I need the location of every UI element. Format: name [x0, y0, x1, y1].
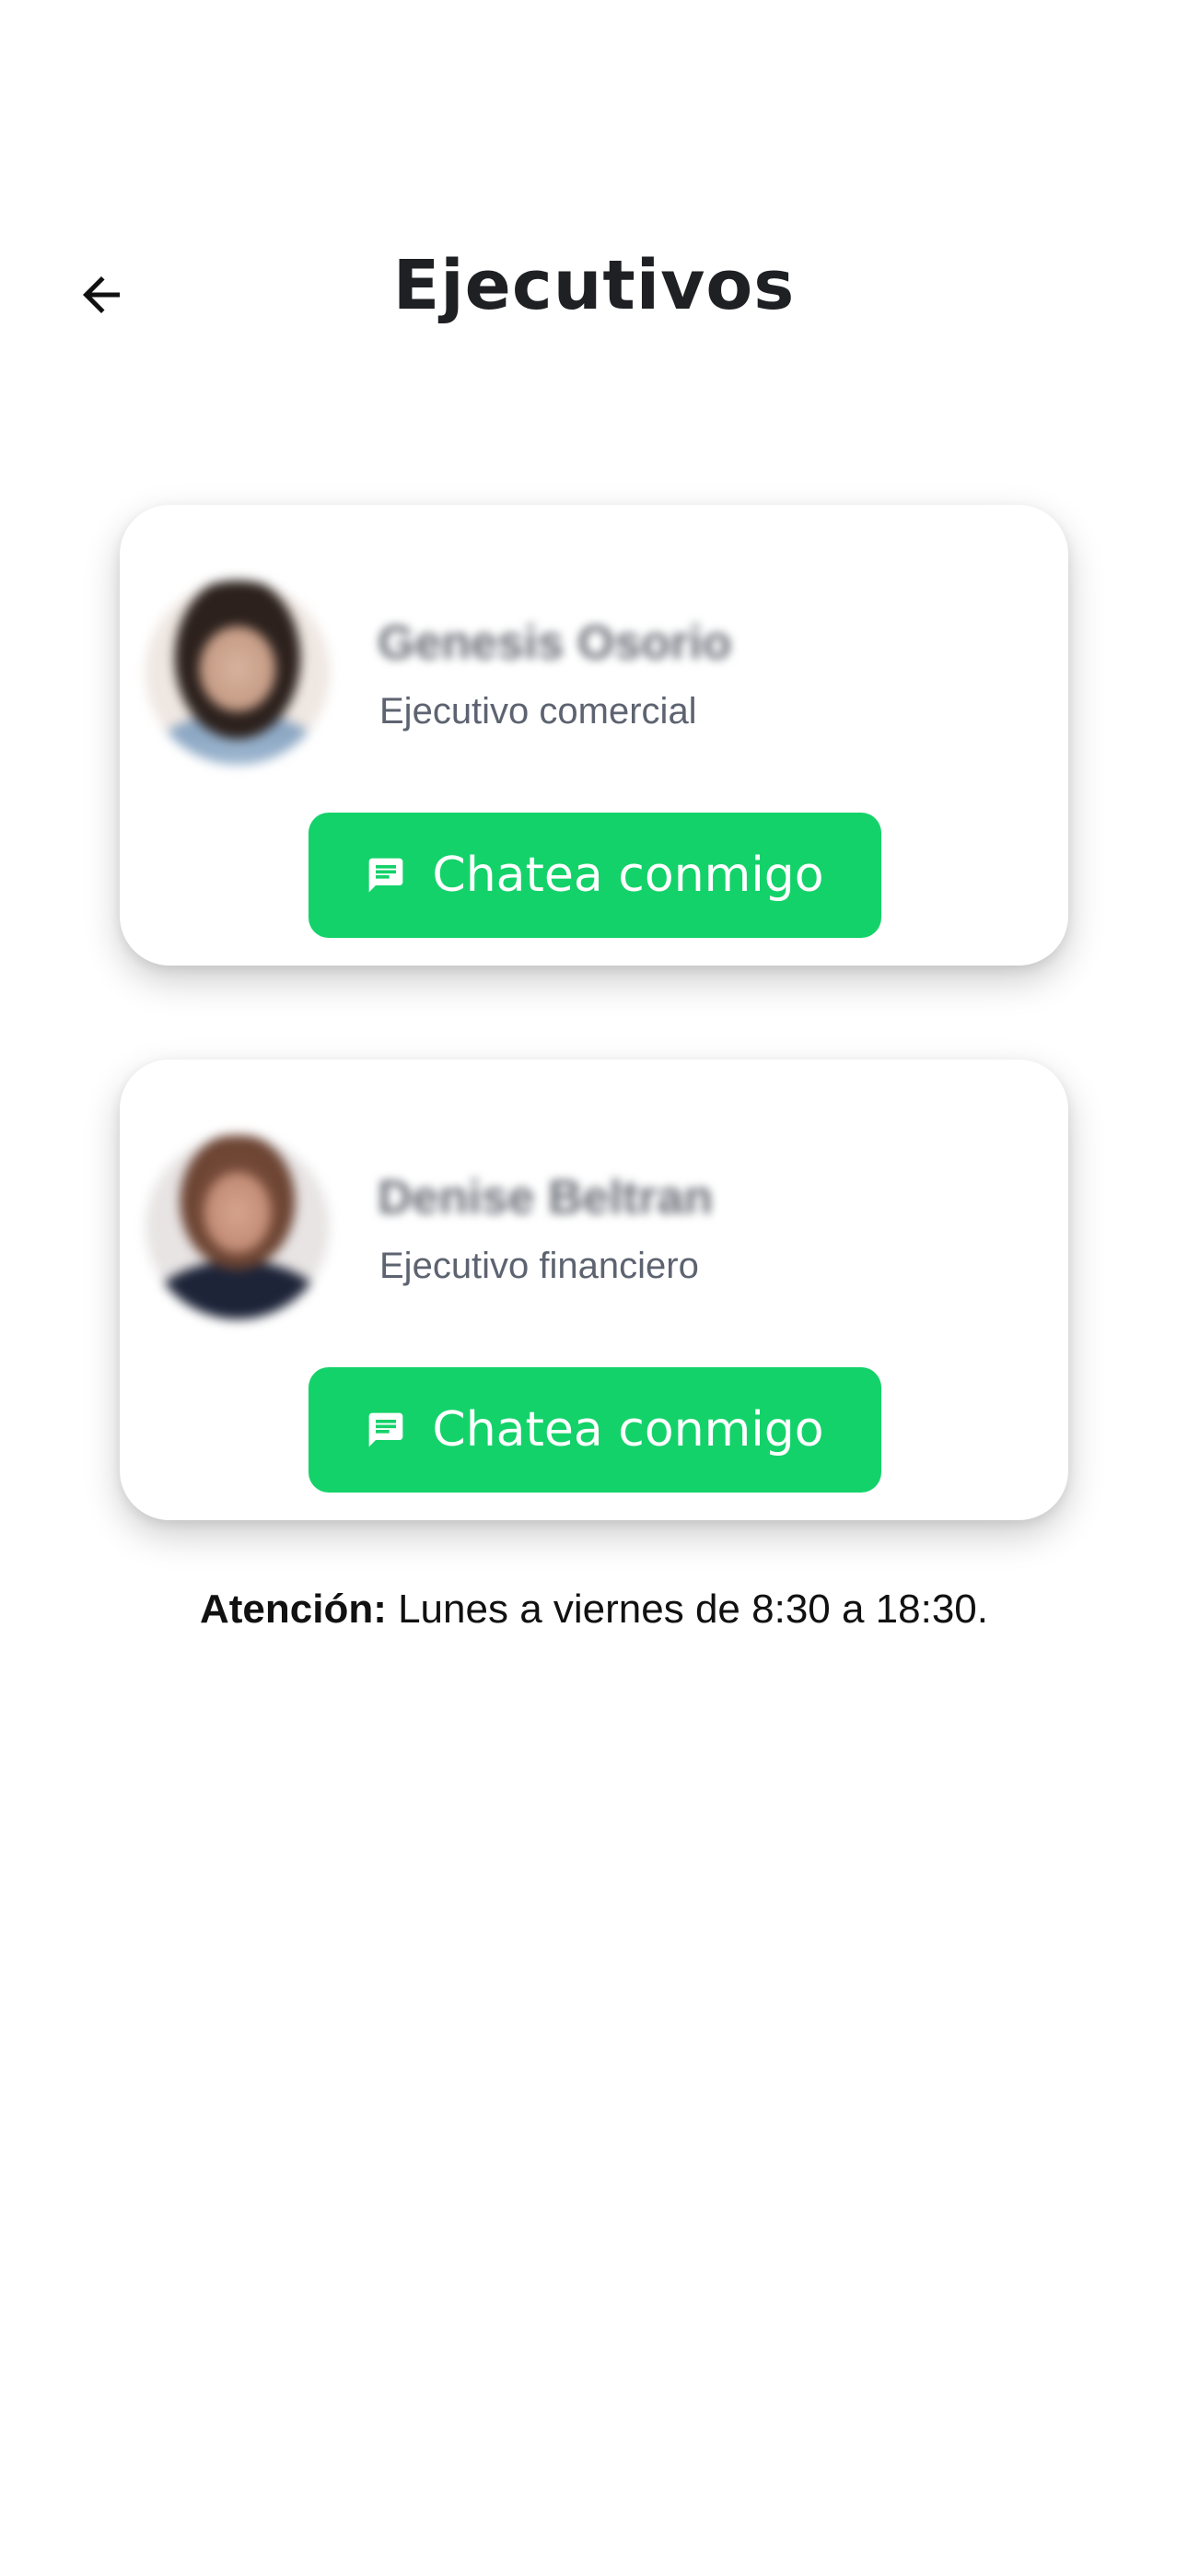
executive-role: Ejecutivo financiero — [379, 1246, 699, 1286]
chat-button[interactable]: Chatea conmigo — [309, 1367, 881, 1493]
chat-message-icon — [366, 1410, 406, 1450]
header: Ejecutivos — [0, 212, 1188, 341]
executive-card: Genesis Osorio Ejecutivo comercial Chate… — [120, 505, 1068, 966]
avatar — [146, 580, 330, 765]
chat-button-label: Chatea conmigo — [432, 1402, 824, 1458]
page-title: Ejecutivos — [392, 246, 796, 325]
executive-role: Ejecutivo comercial — [379, 691, 697, 732]
executive-name: Denise Beltran — [378, 1171, 714, 1224]
avatar — [146, 1135, 330, 1319]
executive-name: Genesis Osorio — [378, 616, 732, 670]
attention-text: Lunes a viernes de 8:30 a 18:30. — [386, 1587, 989, 1632]
chat-button[interactable]: Chatea conmigo — [309, 813, 881, 938]
chat-button-label: Chatea conmigo — [432, 848, 824, 903]
attention-label: Atención: — [199, 1587, 387, 1632]
attention-hours: Atención: Lunes a viernes de 8:30 a 18:3… — [0, 1587, 1188, 1633]
chat-message-icon — [366, 855, 406, 896]
executive-card: Denise Beltran Ejecutivo financiero Chat… — [120, 1060, 1068, 1520]
